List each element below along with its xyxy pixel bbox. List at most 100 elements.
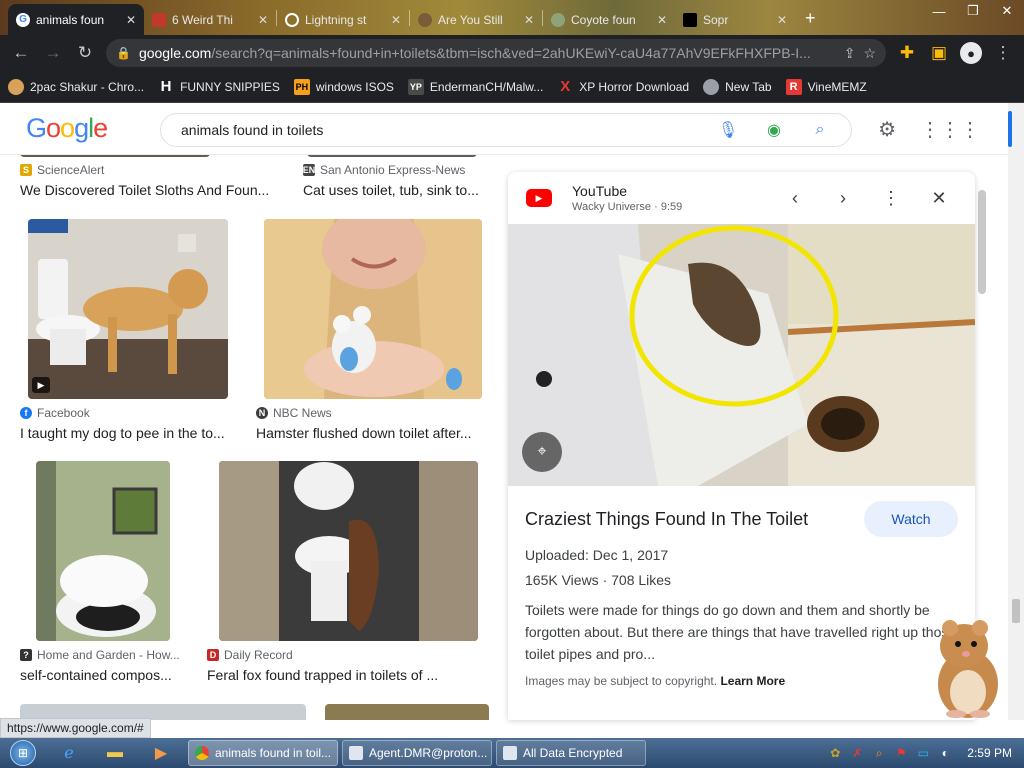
search-box[interactable]: animals found in toilets 🎙 ◉ ⌕ xyxy=(160,113,852,147)
bookmark-windows-isos[interactable]: PH windows ISOS xyxy=(293,78,394,95)
result-thumbnail[interactable] xyxy=(264,219,482,399)
bookmark-xp-horror[interactable]: X XP Horror Download xyxy=(557,78,689,95)
more-options-icon[interactable]: ⋮ xyxy=(871,180,911,216)
sciencealert-favicon-icon: S xyxy=(20,164,32,176)
close-icon[interactable]: ✕ xyxy=(391,13,401,27)
result-card-facebook[interactable]: ▶ f Facebook I taught my dog to pee in th… xyxy=(20,219,240,444)
forward-arrow-icon[interactable]: → xyxy=(38,38,68,68)
close-icon[interactable]: ✕ xyxy=(126,13,136,27)
extensions-puzzle-icon[interactable]: ✚ xyxy=(892,38,922,68)
close-icon[interactable]: ✕ xyxy=(657,13,667,27)
address-bar[interactable]: 🔒 google.com/search?q=animals+found+in+t… xyxy=(106,39,886,67)
bookmark-new-tab[interactable]: New Tab xyxy=(703,78,772,95)
result-title[interactable]: Cat uses toilet, tub, sink to... xyxy=(303,182,479,198)
result-card-sciencealert[interactable]: S ScienceAlert We Discovered Toilet Sloth… xyxy=(20,163,269,203)
tray-antivirus-icon[interactable]: ✗ xyxy=(849,745,865,761)
result-thumbnail[interactable] xyxy=(36,461,170,641)
page-scroll-thumb[interactable] xyxy=(1012,599,1020,623)
google-lens-search-icon[interactable]: ⌖ xyxy=(522,432,562,472)
folder-icon[interactable]: ▬ xyxy=(92,738,138,768)
tray-search-icon[interactable]: ⌕ xyxy=(871,745,887,761)
settings-gear-icon[interactable]: ⚙ xyxy=(878,117,896,142)
result-thumbnail[interactable] xyxy=(325,704,489,720)
close-window-icon[interactable]: ✕ xyxy=(990,0,1024,22)
page-scrollbar[interactable] xyxy=(1008,103,1024,720)
result-thumbnail[interactable] xyxy=(219,461,478,641)
back-arrow-icon[interactable]: ← xyxy=(6,38,36,68)
preview-title[interactable]: Craziest Things Found In The Toilet xyxy=(525,509,808,530)
result-title[interactable]: Hamster flushed down toilet after... xyxy=(256,425,472,441)
tab-animals-found[interactable]: G animals foun ✕ xyxy=(8,4,144,35)
close-icon[interactable]: ✕ xyxy=(919,180,959,216)
share-icon[interactable]: ⇪ xyxy=(844,45,856,62)
source-label: NBC News xyxy=(273,406,332,420)
chevron-right-icon[interactable]: › xyxy=(823,180,863,216)
close-icon[interactable]: ✕ xyxy=(777,13,787,27)
kebab-menu-icon[interactable]: ⋮ xyxy=(988,38,1018,68)
chevron-left-icon[interactable]: ‹ xyxy=(775,180,815,216)
source-label: San Antonio Express-News xyxy=(320,163,466,177)
site-favicon-icon xyxy=(152,12,166,27)
hamster-desktop-pet[interactable] xyxy=(924,614,1008,720)
taskbar-clock[interactable]: 2:59 PM xyxy=(967,746,1012,760)
bookmark-2pac[interactable]: 2pac Shakur - Chro... xyxy=(8,78,144,95)
preview-source[interactable]: YouTube Wacky Universe · 9:59 xyxy=(572,183,767,213)
preview-image[interactable]: ⌖ xyxy=(508,224,975,486)
google-logo[interactable]: Google xyxy=(26,113,108,144)
windows-logo-icon: ⊞ xyxy=(10,740,36,766)
tab-lightning[interactable]: Lightning st ✕ xyxy=(277,4,409,35)
bookmark-label: windows ISOS xyxy=(315,79,394,94)
tab-coyote[interactable]: Coyote foun ✕ xyxy=(543,4,675,35)
close-icon[interactable]: ✕ xyxy=(524,13,534,27)
tray-app-icon[interactable]: ✿ xyxy=(827,745,843,761)
side-panel-icon[interactable]: ▣ xyxy=(924,38,954,68)
media-player-icon[interactable]: ▶ xyxy=(138,738,184,768)
panel-scroll-thumb[interactable] xyxy=(978,190,986,294)
minimize-icon[interactable]: — xyxy=(922,0,956,22)
result-title[interactable]: I taught my dog to pee in the to... xyxy=(20,425,225,441)
profile-avatar[interactable]: ● xyxy=(956,38,986,68)
result-title[interactable]: Feral fox found trapped in toilets of ..… xyxy=(207,667,438,683)
taskbar-item-agent[interactable]: Agent.DMR@proton... xyxy=(342,740,492,766)
result-thumbnail[interactable] xyxy=(20,155,210,157)
bookmark-endermanch[interactable]: YP EndermanCH/Malw... xyxy=(407,78,543,95)
preview-site: YouTube xyxy=(572,183,628,199)
bookmark-vinememz[interactable]: R VineMEMZ xyxy=(785,78,867,95)
result-thumbnail[interactable] xyxy=(307,155,477,157)
preview-description: Toilets were made for things do go down … xyxy=(525,602,957,662)
reload-icon[interactable]: ↻ xyxy=(70,38,100,68)
result-card-daily-record[interactable]: D Daily Record Feral fox found trapped in… xyxy=(207,461,497,686)
close-icon[interactable]: ✕ xyxy=(258,13,268,27)
search-input[interactable]: animals found in toilets xyxy=(181,122,697,138)
tab-sopr[interactable]: Sopr ✕ xyxy=(675,4,795,35)
microphone-icon[interactable]: 🎙 xyxy=(713,115,743,145)
result-card-home-garden[interactable]: ? Home and Garden - How... self-contained… xyxy=(20,461,200,686)
result-card-express-news[interactable]: EN San Antonio Express-News Cat uses toil… xyxy=(303,163,500,203)
tab-weird-things[interactable]: 6 Weird Thi ✕ xyxy=(144,4,276,35)
search-icon[interactable]: ⌕ xyxy=(805,115,835,145)
taskbar-item-encrypted[interactable]: All Data Encrypted xyxy=(496,740,646,766)
result-title[interactable]: self-contained compos... xyxy=(20,667,172,683)
start-button[interactable]: ⊞ xyxy=(0,738,46,768)
result-title[interactable]: We Discovered Toilet Sloths And Foun... xyxy=(20,182,269,198)
watch-button[interactable]: Watch xyxy=(864,501,958,537)
google-header: Google animals found in toilets 🎙 ◉ ⌕ ⚙ … xyxy=(0,103,1008,155)
result-card-nbc[interactable]: N NBC News Hamster flushed down toilet af… xyxy=(256,219,496,444)
result-thumbnail[interactable]: ▶ xyxy=(28,219,228,399)
tray-flag-icon[interactable]: ⚑ xyxy=(893,745,909,761)
tab-title: animals foun xyxy=(36,12,105,27)
tray-volume-icon[interactable]: ◐ xyxy=(937,745,953,761)
tab-are-you-still[interactable]: Are You Still ✕ xyxy=(410,4,542,35)
learn-more-link[interactable]: Learn More xyxy=(720,674,785,688)
bookmark-star-icon[interactable]: ☆ xyxy=(863,45,876,62)
new-tab-plus-icon[interactable]: + xyxy=(795,8,826,35)
taskbar-item-chrome[interactable]: animals found in toil... xyxy=(188,740,338,766)
restore-icon[interactable]: ❐ xyxy=(956,0,990,22)
result-source: ? Home and Garden - How... xyxy=(20,648,180,662)
google-lens-icon[interactable]: ◉ xyxy=(759,115,789,145)
internet-explorer-icon[interactable]: ℯ xyxy=(46,738,92,768)
apps-grid-icon[interactable]: ⋮⋮⋮ xyxy=(920,117,980,142)
bookmark-funny-snippies[interactable]: H FUNNY SNIPPIES xyxy=(158,78,280,95)
tab-title: Are You Still xyxy=(438,12,503,27)
tray-monitor-icon[interactable]: ▭ xyxy=(915,745,931,761)
